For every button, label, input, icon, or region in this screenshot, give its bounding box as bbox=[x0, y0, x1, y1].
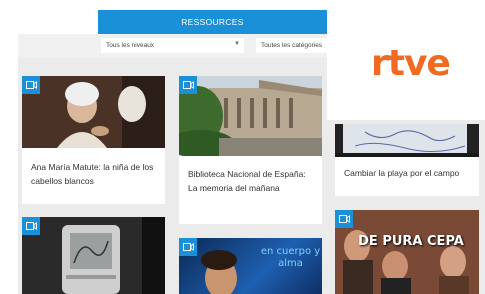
resource-thumbnail[interactable] bbox=[22, 217, 165, 294]
resource-thumbnail[interactable]: DE PURA CEPA bbox=[335, 210, 479, 294]
video-camera-icon bbox=[22, 76, 40, 94]
resources-header: RESSOURCES bbox=[98, 10, 327, 34]
video-camera-icon bbox=[22, 217, 40, 235]
level-select-value: Tous les niveaux bbox=[106, 42, 155, 49]
resource-card[interactable]: Biblioteca Nacional de España: La memori… bbox=[179, 76, 322, 224]
category-select[interactable]: Toutes les catégories bbox=[256, 38, 327, 53]
chevron-down-icon: ▼ bbox=[234, 41, 240, 47]
resource-card[interactable] bbox=[22, 217, 165, 294]
header-title: RESSOURCES bbox=[181, 17, 244, 27]
resource-thumbnail[interactable] bbox=[335, 124, 479, 157]
thumbnail-image bbox=[335, 124, 479, 157]
overlay-text: DE PURA CEPA bbox=[358, 234, 464, 249]
category-select-value: Toutes les catégories bbox=[261, 42, 323, 49]
video-camera-icon bbox=[179, 238, 197, 256]
level-select[interactable]: Tous les niveaux ▼ bbox=[101, 38, 244, 53]
video-camera-icon bbox=[335, 210, 353, 228]
resource-thumbnail[interactable] bbox=[22, 76, 165, 148]
thumbnail-image bbox=[22, 76, 165, 148]
rtve-logo[interactable]: rtve bbox=[371, 46, 451, 82]
thumbnail-image bbox=[179, 76, 322, 156]
resource-card[interactable]: Ana María Matute: la niña de los cabello… bbox=[22, 76, 165, 204]
card-title[interactable]: Ana María Matute: la niña de los cabello… bbox=[31, 160, 157, 188]
resource-thumbnail[interactable]: en cuerpo y alma bbox=[179, 238, 322, 294]
thumbnail-image bbox=[22, 217, 165, 294]
overlay-text: en cuerpo y alma bbox=[260, 246, 321, 269]
resource-card[interactable]: DE PURA CEPA bbox=[335, 210, 479, 294]
resource-thumbnail[interactable] bbox=[179, 76, 322, 156]
card-title[interactable]: Cambiar la playa por el campo bbox=[344, 166, 471, 180]
video-camera-icon bbox=[179, 76, 197, 94]
card-title[interactable]: Biblioteca Nacional de España: La memori… bbox=[188, 167, 314, 195]
thumbnail-image bbox=[335, 210, 479, 294]
resource-card[interactable]: Cambiar la playa por el campo bbox=[335, 124, 479, 196]
resource-card[interactable]: en cuerpo y alma bbox=[179, 238, 322, 294]
